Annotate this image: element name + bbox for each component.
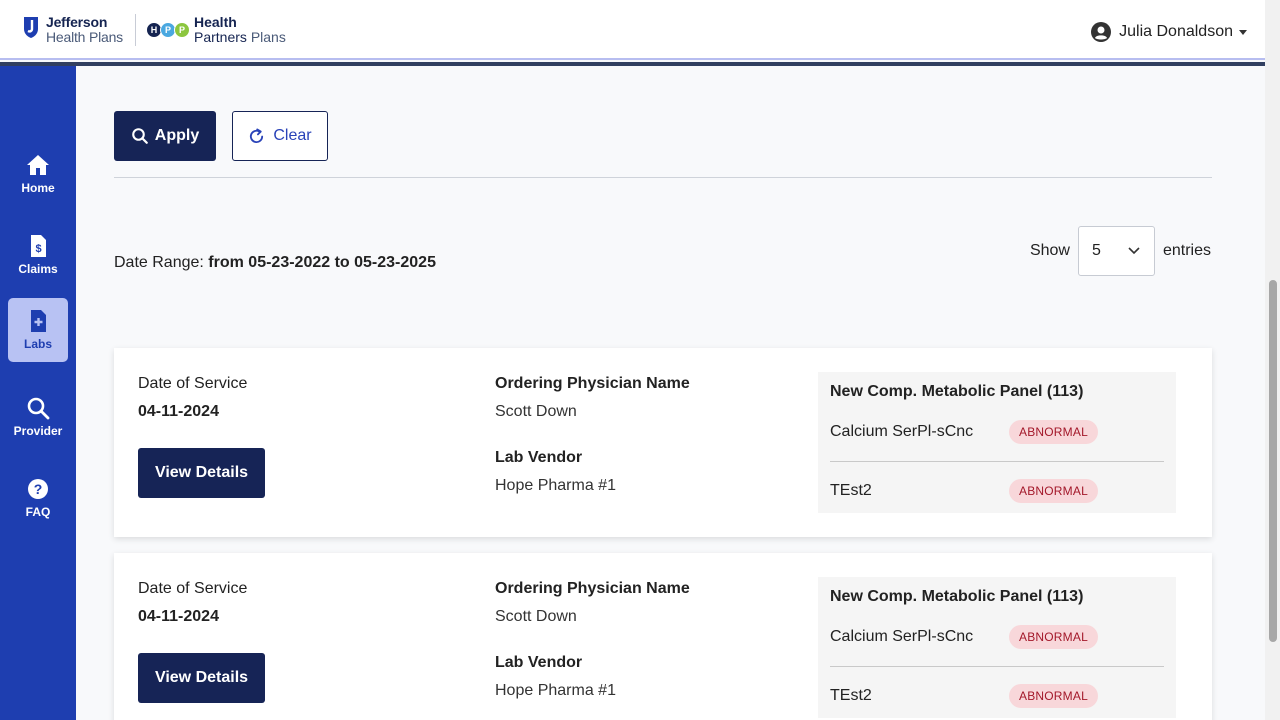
- svg-text:$: $: [35, 243, 41, 255]
- clear-button[interactable]: Clear: [232, 111, 328, 161]
- user-menu[interactable]: Julia Donaldson: [1091, 22, 1247, 42]
- panel-title: New Comp. Metabolic Panel (113): [830, 588, 1084, 605]
- date-of-service-label: Date of Service: [138, 580, 248, 597]
- lab-vendor-label: Lab Vendor: [495, 449, 583, 466]
- panel-divider: [830, 461, 1164, 462]
- lab-vendor-value: Hope Pharma #1: [495, 477, 616, 494]
- ordering-physician-value: Scott Down: [495, 403, 577, 420]
- caret-down-icon: [1239, 29, 1247, 35]
- test-name: Calcium SerPl-sCnc: [830, 423, 974, 440]
- jefferson-logo-line2: Health Plans: [46, 29, 123, 45]
- lab-result-card: Date of Service 04-11-2024 View Details …: [114, 553, 1212, 720]
- date-range: Date Range: from 05-23-2022 to 05-23-202…: [114, 254, 436, 272]
- sidebar-item-home[interactable]: Home: [8, 142, 68, 206]
- apply-button-label: Apply: [154, 127, 200, 144]
- chevron-down-icon: [1128, 247, 1140, 255]
- logo-divider: [135, 14, 136, 46]
- sidebar-item-label: Provider: [13, 424, 63, 438]
- sidebar-item-claims[interactable]: $ Claims: [8, 223, 68, 287]
- hpp-dots-icon: H P P: [146, 22, 190, 38]
- scrollbar-thumb[interactable]: [1269, 280, 1277, 642]
- hpp-logo-line2a: Partners: [194, 29, 247, 45]
- panel-title: New Comp. Metabolic Panel (113): [830, 383, 1084, 400]
- test-panel: New Comp. Metabolic Panel (113) Calcium …: [818, 577, 1176, 718]
- sidebar-item-provider[interactable]: Provider: [8, 385, 68, 449]
- hpp-logo-line2b: Plans: [250, 29, 286, 45]
- page-size-value: 5: [1091, 242, 1101, 259]
- hpp-logo[interactable]: H P P Health Partners Plans: [146, 15, 286, 45]
- question-icon: ?: [28, 479, 48, 499]
- date-range-label: Date Range:: [114, 254, 204, 271]
- test-name: TEst2: [830, 482, 872, 499]
- test-panel: New Comp. Metabolic Panel (113) Calcium …: [818, 372, 1176, 513]
- page-size-select[interactable]: 5: [1077, 226, 1155, 276]
- user-name: Julia Donaldson: [1119, 23, 1233, 40]
- sidebar-nav: Home $ Claims Labs Provider ? FAQ: [0, 66, 76, 720]
- ordering-physician-label: Ordering Physician Name: [495, 375, 690, 392]
- status-badge: ABNORMAL: [1009, 625, 1098, 649]
- page-size-control: Show 5 entries: [1030, 226, 1211, 276]
- entries-label: entries: [1162, 242, 1211, 259]
- jefferson-logo-line1: Jefferson: [46, 14, 108, 30]
- test-name: Calcium SerPl-sCnc: [830, 628, 974, 645]
- sidebar-item-label: FAQ: [25, 505, 51, 519]
- ordering-physician-label: Ordering Physician Name: [495, 580, 690, 597]
- show-label: Show: [1029, 242, 1070, 259]
- sidebar-item-label: Labs: [23, 337, 52, 351]
- header-accent-line: [0, 62, 1265, 66]
- search-icon: [27, 397, 50, 420]
- sidebar-item-labs[interactable]: Labs: [8, 298, 68, 362]
- sidebar-item-faq[interactable]: ? FAQ: [8, 466, 68, 530]
- hpp-logo-line1: Health: [194, 14, 237, 30]
- status-badge: ABNORMAL: [1009, 684, 1098, 708]
- date-of-service-value: 04-11-2024: [138, 608, 219, 625]
- view-details-button[interactable]: View Details: [138, 448, 265, 498]
- panel-divider: [830, 666, 1164, 667]
- hpp-dot-p2: P: [174, 22, 190, 38]
- jefferson-shield-icon: [24, 17, 38, 38]
- test-name: TEst2: [830, 687, 872, 704]
- jefferson-logo[interactable]: Jefferson Health Plans: [22, 15, 123, 45]
- sidebar-item-label: Claims: [18, 262, 58, 276]
- search-icon: [131, 128, 148, 144]
- filter-divider: [114, 177, 1212, 178]
- refresh-icon: [250, 127, 264, 143]
- date-of-service-label: Date of Service: [138, 375, 248, 392]
- lab-result-card: Date of Service 04-11-2024 View Details …: [114, 348, 1212, 537]
- lab-vendor-label: Lab Vendor: [495, 654, 583, 671]
- status-badge: ABNORMAL: [1009, 479, 1098, 503]
- labs-icon: [31, 310, 46, 332]
- lab-vendor-value: Hope Pharma #1: [495, 682, 616, 699]
- user-avatar-icon: [1091, 22, 1112, 42]
- home-icon: [27, 155, 49, 175]
- apply-button[interactable]: Apply: [114, 111, 216, 161]
- claims-icon: $: [31, 235, 46, 257]
- date-range-value: from 05-23-2022 to 05-23-2025: [208, 254, 436, 271]
- clear-button-label: Clear: [273, 127, 312, 144]
- ordering-physician-value: Scott Down: [495, 608, 577, 625]
- sidebar-item-label: Home: [21, 181, 55, 195]
- page-scrollbar[interactable]: [1265, 0, 1280, 720]
- top-header: Jefferson Health Plans H P P Health Part…: [0, 0, 1265, 60]
- view-details-button[interactable]: View Details: [138, 653, 265, 703]
- date-of-service-value: 04-11-2024: [138, 403, 219, 420]
- status-badge: ABNORMAL: [1009, 420, 1098, 444]
- svg-text:?: ?: [34, 481, 43, 497]
